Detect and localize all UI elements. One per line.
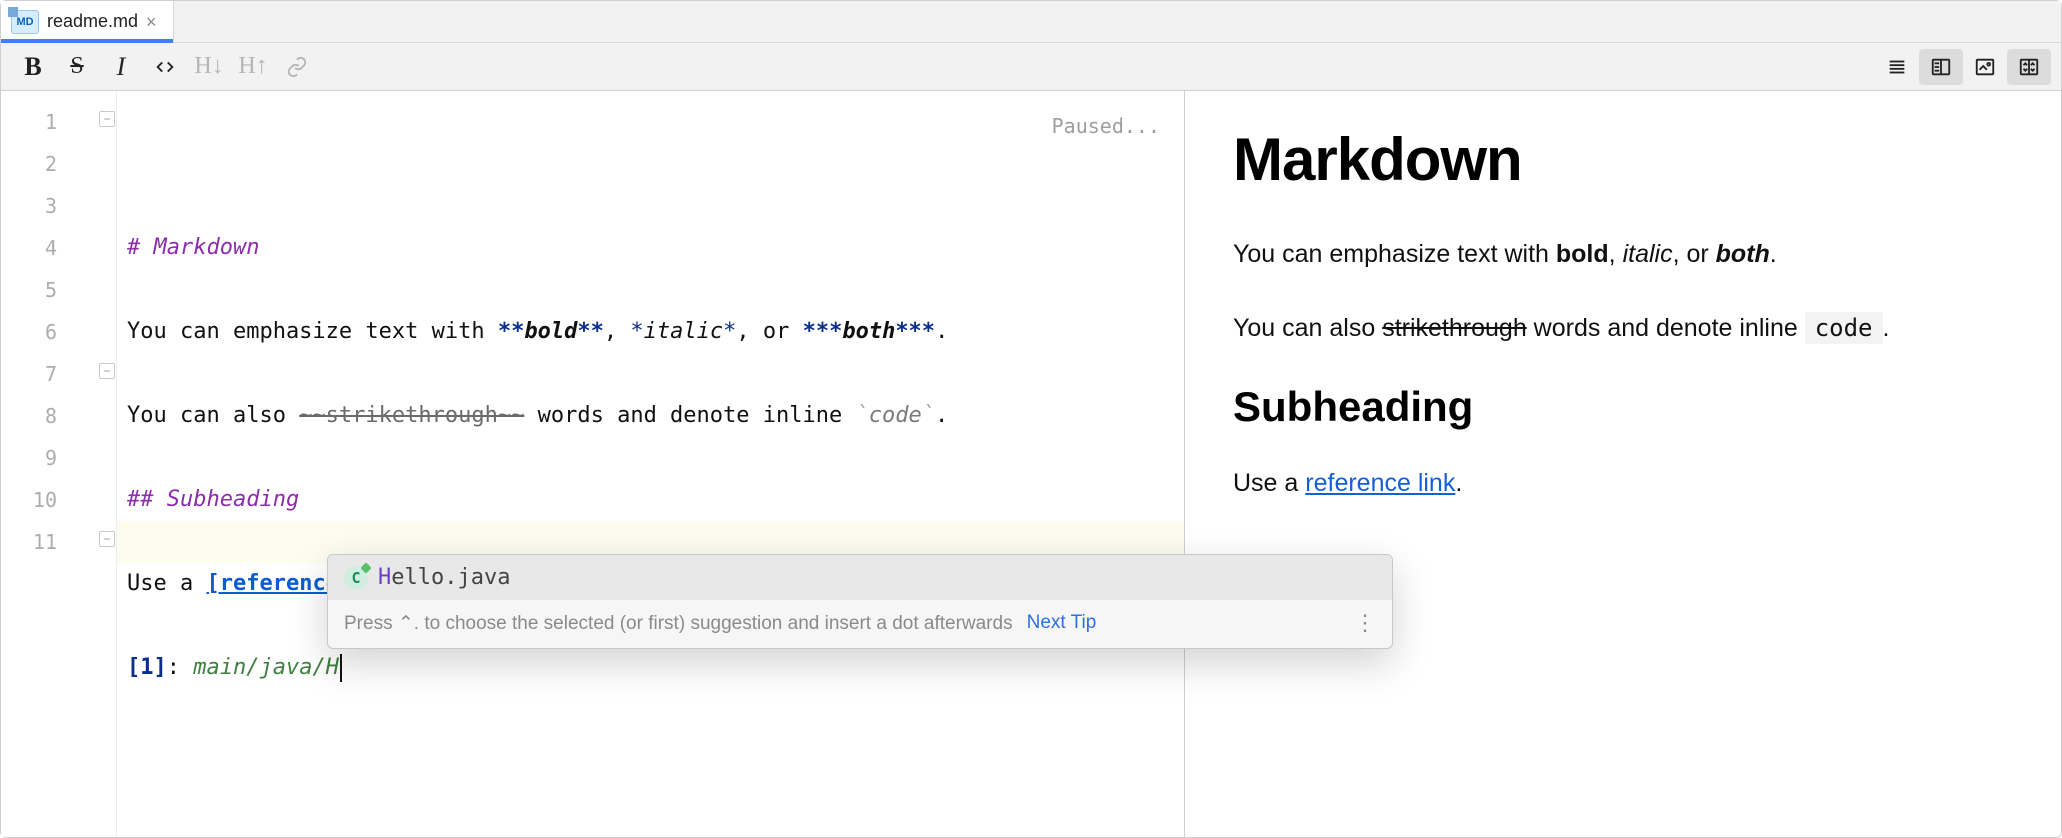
class-file-icon: C [344,566,368,590]
preview-h1: Markdown [1233,125,2013,194]
code-text: *** [895,319,935,344]
code-text: *** [803,319,843,344]
heading-decrease-button[interactable]: H↓ [187,49,231,85]
editor-window: MD readme.md × B S I H↓ H↑ [0,0,2062,838]
tab-filename: readme.md [47,11,138,32]
code-text: : [167,655,194,680]
preview-text: . [1455,469,1462,497]
autocomplete-popup: C Hello.java Press ⌃. to choose the sele… [327,554,1393,649]
code-text: . [935,403,948,428]
code-text: italic [644,319,723,344]
code-text: , or [736,319,802,344]
preview-h2: Subheading [1233,383,2013,431]
preview-text: . [1883,314,1890,342]
fold-toggle-icon[interactable]: − [99,531,115,547]
code-text: . [935,319,948,344]
preview-text: words and denote inline [1527,314,1805,342]
tab-bar: MD readme.md × [1,1,2061,43]
code-text: ` [856,403,869,428]
more-options-icon[interactable]: ⋮ [1354,610,1378,636]
hint-text: Press ⌃. to choose the selected (or firs… [344,612,1013,635]
code-text: bold [524,319,577,344]
markdown-preview: Markdown You can emphasize text with bol… [1185,91,2061,837]
suggestion-match: H [378,565,391,590]
file-tab[interactable]: MD readme.md × [1,1,174,42]
fold-toggle-icon[interactable]: − [99,363,115,379]
code-text: Use a [127,571,206,596]
code-text: both [842,319,895,344]
strikethrough-button[interactable]: S [55,49,99,85]
main-split: 1234567891011 − − − Paused... # Markdown… [1,91,2061,837]
text-caret [340,654,342,682]
italic-button[interactable]: I [99,49,143,85]
code-text: * [723,319,736,344]
code-text: ** [498,319,525,344]
close-icon[interactable]: × [146,13,157,31]
formatting-toolbar: B S I H↓ H↑ [1,43,2061,91]
preview-link[interactable]: reference link [1305,469,1455,497]
code-button[interactable] [143,49,187,85]
code-text: , [604,319,631,344]
split-view-button[interactable] [1919,49,1963,85]
code-text: words and denote inline [524,403,855,428]
code-text: ## Subheading [127,487,299,512]
code-text: # Markdown [127,235,259,260]
preview-text: strikethrough [1382,314,1527,342]
preview-paragraph: You can emphasize text with bold, italic… [1233,236,2013,274]
fold-column: − − − [73,91,117,837]
preview-code: code [1805,312,1883,344]
code-text: main/java/H [193,655,339,680]
status-label: Paused... [1052,105,1160,147]
code-area[interactable]: Paused... # Markdown You can emphasize t… [117,91,1184,837]
fold-toggle-icon[interactable]: − [99,111,115,127]
preview-text: , or [1673,240,1716,268]
source-editor[interactable]: 1234567891011 − − − Paused... # Markdown… [1,91,1185,837]
preview-text: both [1716,240,1770,268]
scroll-sync-button[interactable] [2007,49,2051,85]
code-text: You can also [127,403,299,428]
link-button[interactable] [275,49,319,85]
code-text: ** [577,319,604,344]
preview-text: , [1609,240,1623,268]
bold-button[interactable]: B [11,49,55,85]
preview-text: You can also [1233,314,1382,342]
markdown-file-icon: MD [11,10,39,34]
preview-paragraph: Use a reference link. [1233,465,2013,503]
preview-paragraph: You can also strikethrough words and den… [1233,310,2013,348]
preview-text: bold [1556,240,1609,268]
editor-only-view-button[interactable] [1875,49,1919,85]
code-text: ` [922,403,935,428]
popup-hint-bar: Press ⌃. to choose the selected (or firs… [328,600,1392,648]
line-gutter: 1234567891011 [1,91,73,837]
preview-text: You can emphasize text with [1233,240,1556,268]
suggestion-item[interactable]: C Hello.java [328,555,1392,600]
suggestion-rest: ello.java [391,565,510,590]
code-text: code [869,403,922,428]
code-text: [1] [127,655,167,680]
code-text: * [630,319,643,344]
preview-text: italic [1623,240,1673,268]
code-text: ~~strikethrough~~ [299,403,524,428]
next-tip-link[interactable]: Next Tip [1027,612,1097,634]
heading-increase-button[interactable]: H↑ [231,49,275,85]
preview-text: Use a [1233,469,1305,497]
preview-text: . [1770,240,1777,268]
code-text: You can emphasize text with [127,319,498,344]
preview-only-view-button[interactable] [1963,49,2007,85]
